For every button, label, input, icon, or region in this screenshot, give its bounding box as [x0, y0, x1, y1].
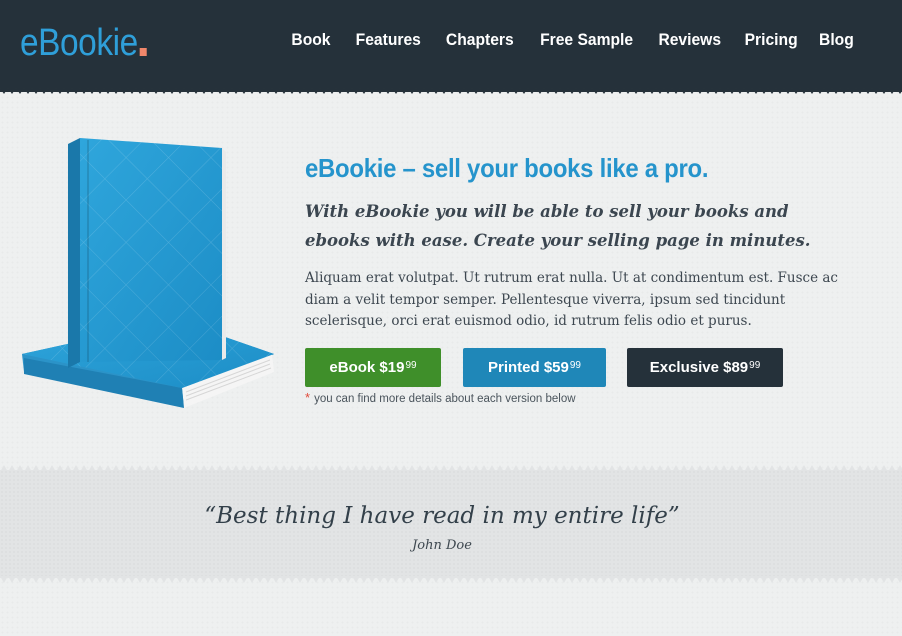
- testimonial-author: John Doe: [412, 538, 472, 553]
- main-nav: Book Features Chapters Free Sample Revie…: [269, 30, 854, 50]
- ebook-button-cents: 99: [405, 360, 417, 371]
- site-header: eBookie Book Features Chapters Free Samp…: [0, 0, 902, 92]
- exclusive-button-cents: 99: [749, 360, 761, 371]
- printed-button-label: Printed $59: [488, 359, 569, 376]
- exclusive-buy-button[interactable]: Exclusive $89 99: [627, 348, 783, 387]
- hero-title: eBookie – sell your books like a pro.: [305, 153, 709, 183]
- nav-item-blog[interactable]: Blog: [819, 30, 854, 50]
- ebook-buy-button[interactable]: eBook $19 99: [305, 348, 441, 387]
- nav-item-free-sample[interactable]: Free Sample: [541, 30, 634, 50]
- logo-text: eBookie: [20, 22, 138, 64]
- footnote-asterisk: *: [305, 390, 311, 405]
- hero-body-text: Aliquam erat volutpat. Ut rutrum erat nu…: [305, 270, 838, 329]
- hero-subtitle: With eBookie you will be able to sell yo…: [305, 202, 811, 250]
- band-bottom-zigzag: [0, 576, 902, 586]
- nav-item-reviews[interactable]: Reviews: [658, 30, 721, 50]
- printed-button-cents: 99: [569, 360, 581, 371]
- testimonial-quote: “Best thing I have read in my entire lif…: [204, 503, 680, 529]
- printed-buy-button[interactable]: Printed $59 99: [463, 348, 606, 387]
- footnote-text: you can find more details about each ver…: [314, 393, 576, 405]
- exclusive-button-label: Exclusive $89: [649, 359, 749, 376]
- ebook-button-label: eBook $19: [329, 359, 405, 376]
- header-zigzag-divider: [0, 88, 902, 98]
- blue-book-icon: [22, 138, 274, 408]
- logo[interactable]: eBookie: [20, 22, 147, 65]
- nav-item-book[interactable]: Book: [292, 30, 331, 50]
- nav-item-chapters[interactable]: Chapters: [446, 30, 514, 50]
- nav-item-pricing[interactable]: Pricing: [744, 30, 797, 50]
- nav-item-features[interactable]: Features: [356, 30, 421, 50]
- pricing-footnote: * you can find more details about each ve…: [305, 390, 576, 405]
- logo-dot: [139, 48, 147, 56]
